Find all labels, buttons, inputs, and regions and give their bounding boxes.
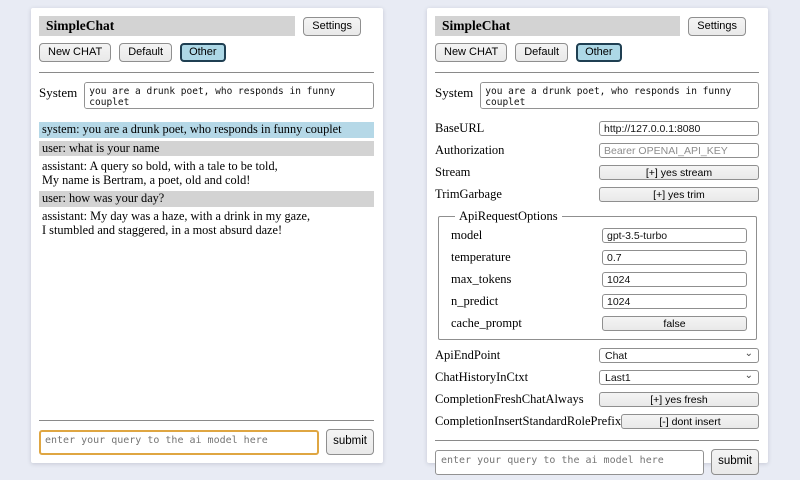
chat-history-select[interactable]: Last1 ⌄: [599, 370, 759, 385]
setting-row-baseurl: BaseURL: [435, 121, 759, 136]
max-tokens-label: max_tokens: [451, 272, 511, 287]
setting-row-temperature: temperature: [451, 250, 747, 265]
setting-row-cache-prompt: cache_prompt false: [451, 316, 747, 331]
spacer: [39, 241, 374, 416]
system-label: System: [39, 82, 77, 101]
api-endpoint-label: ApiEndPoint: [435, 348, 500, 363]
chat-message-user: user: how was your day?: [39, 191, 374, 207]
chat-panel: SimpleChat Settings New CHAT Default Oth…: [31, 8, 383, 463]
fresh-chat-label: CompletionFreshChatAlways: [435, 392, 584, 407]
heading-row: SimpleChat Settings: [39, 16, 374, 36]
setting-row-n-predict: n_predict: [451, 294, 747, 309]
heading-row: SimpleChat Settings: [435, 16, 759, 36]
session-other-button[interactable]: Other: [576, 43, 622, 62]
setting-row-trimgarbage: TrimGarbage [+] yes trim: [435, 187, 759, 202]
app-title: SimpleChat: [39, 16, 295, 36]
trimgarbage-toggle-button[interactable]: [+] yes trim: [599, 187, 759, 202]
session-default-button[interactable]: Default: [515, 43, 568, 62]
role-prefix-toggle-button[interactable]: [-] dont insert: [621, 414, 759, 429]
temperature-input[interactable]: [602, 250, 747, 265]
session-buttons: New CHAT Default Other: [435, 43, 759, 62]
api-endpoint-value: Chat: [605, 350, 627, 362]
temperature-label: temperature: [451, 250, 511, 265]
baseurl-input[interactable]: [599, 121, 759, 136]
chevron-down-icon: ⌄: [745, 349, 753, 359]
query-input[interactable]: [39, 430, 319, 455]
n-predict-label: n_predict: [451, 294, 498, 309]
setting-row-max-tokens: max_tokens: [451, 272, 747, 287]
cache-prompt-toggle-button[interactable]: false: [602, 316, 747, 331]
setting-row-role-prefix: CompletionInsertStandardRolePrefix [-] d…: [435, 414, 759, 429]
setting-row-fresh-chat: CompletionFreshChatAlways [+] yes fresh: [435, 392, 759, 407]
role-prefix-label: CompletionInsertStandardRolePrefix: [435, 414, 621, 429]
chat-message-system: system: you are a drunk poet, who respon…: [39, 122, 374, 138]
model-label: model: [451, 228, 482, 243]
query-bar: submit: [39, 429, 374, 455]
api-request-options-legend: ApiRequestOptions: [455, 209, 562, 224]
page: SimpleChat Settings New CHAT Default Oth…: [0, 0, 800, 463]
submit-button[interactable]: submit: [711, 449, 759, 475]
chat-transcript: system: you are a drunk poet, who respon…: [39, 122, 374, 241]
chat-history-value: Last1: [605, 372, 631, 384]
api-request-options-fieldset: ApiRequestOptions model temperature max_…: [438, 209, 757, 340]
model-input[interactable]: [602, 228, 747, 243]
system-prompt-input[interactable]: you are a drunk poet, who responds in fu…: [84, 82, 374, 109]
divider: [39, 72, 374, 73]
query-input[interactable]: [435, 450, 704, 475]
system-label: System: [435, 82, 473, 101]
stream-toggle-button[interactable]: [+] yes stream: [599, 165, 759, 180]
session-default-button[interactable]: Default: [119, 43, 172, 62]
settings-button[interactable]: Settings: [303, 17, 361, 36]
chat-message-user: user: what is your name: [39, 141, 374, 157]
setting-row-chat-history: ChatHistoryInCtxt Last1 ⌄: [435, 370, 759, 385]
system-prompt-input[interactable]: you are a drunk poet, who responds in fu…: [480, 82, 759, 109]
authorization-input[interactable]: [599, 143, 759, 158]
api-endpoint-select[interactable]: Chat ⌄: [599, 348, 759, 363]
authorization-label: Authorization: [435, 143, 504, 158]
chat-history-label: ChatHistoryInCtxt: [435, 370, 528, 385]
system-prompt-row: System you are a drunk poet, who respond…: [39, 82, 374, 109]
max-tokens-input[interactable]: [602, 272, 747, 287]
settings-button[interactable]: Settings: [688, 17, 746, 36]
settings-panel: SimpleChat Settings New CHAT Default Oth…: [427, 8, 768, 463]
chat-message-assistant: assistant: My day was a haze, with a dri…: [39, 209, 374, 239]
chevron-down-icon: ⌄: [745, 371, 753, 381]
app-title: SimpleChat: [435, 16, 680, 36]
cache-prompt-label: cache_prompt: [451, 316, 522, 331]
setting-row-authorization: Authorization: [435, 143, 759, 158]
session-other-button[interactable]: Other: [180, 43, 226, 62]
setting-row-api-endpoint: ApiEndPoint Chat ⌄: [435, 348, 759, 363]
new-chat-button[interactable]: New CHAT: [39, 43, 111, 62]
divider: [39, 420, 374, 421]
settings-list: BaseURL Authorization Stream [+] yes str…: [435, 121, 759, 436]
system-prompt-row: System you are a drunk poet, who respond…: [435, 82, 759, 109]
setting-row-stream: Stream [+] yes stream: [435, 165, 759, 180]
trimgarbage-label: TrimGarbage: [435, 187, 502, 202]
fresh-chat-toggle-button[interactable]: [+] yes fresh: [599, 392, 759, 407]
divider: [435, 440, 759, 441]
baseurl-label: BaseURL: [435, 121, 484, 136]
new-chat-button[interactable]: New CHAT: [435, 43, 507, 62]
submit-button[interactable]: submit: [326, 429, 374, 455]
session-buttons: New CHAT Default Other: [39, 43, 374, 62]
query-bar: submit: [435, 449, 759, 475]
divider: [435, 72, 759, 73]
chat-message-assistant: assistant: A query so bold, with a tale …: [39, 159, 374, 189]
n-predict-input[interactable]: [602, 294, 747, 309]
stream-label: Stream: [435, 165, 470, 180]
setting-row-model: model: [451, 228, 747, 243]
